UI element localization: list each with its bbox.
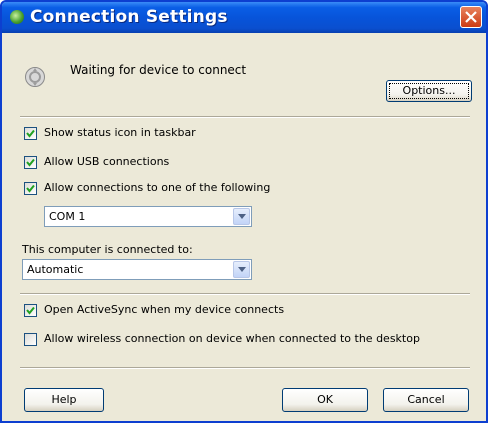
option-label: Open ActiveSync when my device connects bbox=[44, 303, 285, 316]
option-label: Allow wireless connection on device when… bbox=[44, 332, 420, 345]
help-button[interactable]: Help bbox=[24, 388, 104, 412]
connection-status: Waiting for device to connect bbox=[70, 63, 247, 77]
option-label: Allow USB connections bbox=[44, 155, 170, 168]
internet-connection-select[interactable]: Automatic bbox=[22, 259, 252, 280]
dropdown-button[interactable] bbox=[233, 261, 250, 278]
window-title: Connection Settings bbox=[30, 7, 228, 27]
port-select[interactable]: COM 1 bbox=[44, 206, 252, 227]
ok-button[interactable]: OK bbox=[282, 388, 368, 412]
separator bbox=[20, 293, 470, 295]
title-bar[interactable]: Connection Settings bbox=[2, 2, 486, 33]
chevron-down-icon bbox=[238, 214, 246, 219]
close-button[interactable] bbox=[460, 6, 482, 28]
checkbox[interactable] bbox=[24, 333, 37, 346]
separator bbox=[20, 116, 470, 118]
cancel-button[interactable]: Cancel bbox=[383, 388, 469, 412]
checkmark-icon bbox=[26, 129, 35, 138]
checkmark-icon bbox=[26, 306, 35, 315]
options-button[interactable]: Options... bbox=[386, 80, 472, 102]
checkbox[interactable] bbox=[24, 127, 37, 140]
internet-select-value: Automatic bbox=[27, 263, 84, 276]
checkbox[interactable] bbox=[24, 304, 37, 317]
internet-connection-label: This computer is connected to: bbox=[22, 243, 193, 256]
option-label: Show status icon in taskbar bbox=[44, 126, 196, 139]
chevron-down-icon bbox=[238, 267, 246, 272]
activesync-icon bbox=[10, 10, 24, 24]
dropdown-button[interactable] bbox=[233, 208, 250, 225]
connection-settings-window: Connection Settings Waiting for device t… bbox=[0, 0, 488, 423]
separator bbox=[20, 367, 470, 369]
port-select-value: COM 1 bbox=[49, 210, 86, 223]
option-label: Allow connections to one of the followin… bbox=[44, 181, 271, 194]
checkmark-icon bbox=[26, 158, 35, 167]
checkbox[interactable] bbox=[24, 156, 37, 169]
close-icon bbox=[465, 11, 477, 23]
checkmark-icon bbox=[26, 184, 35, 193]
device-sync-icon bbox=[25, 67, 45, 87]
checkbox[interactable] bbox=[24, 182, 37, 195]
